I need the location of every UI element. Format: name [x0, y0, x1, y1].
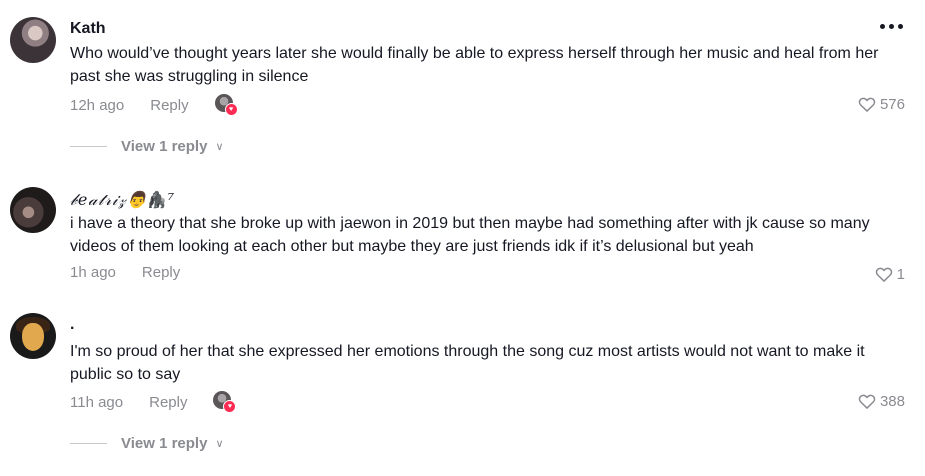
comment-username[interactable]: Kath	[70, 20, 106, 38]
comment-username[interactable]: 𝒷𝑒𝒶𝓉𝓇𝒾𝓏👨‍🦍⁷	[70, 190, 175, 210]
view-replies-label: View 1 reply	[121, 435, 208, 452]
avatar[interactable]	[10, 187, 56, 233]
like-button[interactable]: 388	[857, 391, 905, 411]
comment-text: I'm so proud of her that she expressed h…	[70, 343, 865, 383]
reply-button[interactable]: Reply	[150, 97, 188, 114]
comment-meta: 12h ago Reply ♥	[70, 94, 238, 116]
comment-meta: 1h ago Reply	[70, 264, 180, 281]
reply-button[interactable]: Reply	[142, 264, 180, 281]
creator-liked-badge: ♥	[214, 94, 238, 116]
chevron-down-icon: ∨	[215, 141, 224, 153]
view-replies-label: View 1 reply	[121, 138, 208, 155]
heart-badge-icon: ♥	[223, 400, 237, 413]
divider-line	[70, 443, 107, 444]
avatar[interactable]	[10, 17, 56, 63]
heart-outline-icon	[858, 394, 876, 409]
reply-button[interactable]: Reply	[149, 394, 187, 411]
comment-time: 11h ago	[70, 393, 124, 411]
creator-liked-badge: ♥	[213, 391, 237, 413]
divider-line	[70, 146, 107, 147]
like-button[interactable]: 576	[857, 94, 905, 114]
avatar[interactable]	[10, 313, 56, 359]
like-button[interactable]: 1	[874, 264, 905, 284]
like-count: 1	[896, 265, 905, 283]
heart-outline-icon	[875, 267, 892, 282]
comment-meta: 11h ago Reply ♥	[70, 391, 237, 413]
comment-time: 1h ago	[70, 264, 116, 281]
view-replies-button[interactable]: View 1 reply ∨	[70, 435, 224, 452]
comment-username[interactable]: .	[70, 316, 74, 334]
chevron-down-icon: ∨	[215, 438, 224, 450]
like-count: 576	[879, 95, 905, 113]
heart-badge-icon: ♥	[224, 103, 238, 116]
like-count: 388	[879, 392, 905, 410]
heart-outline-icon	[858, 97, 876, 112]
more-options-icon[interactable]	[880, 24, 903, 29]
avatar-face	[22, 323, 44, 351]
comment-text: Who would’ve thought years later she wou…	[70, 45, 879, 85]
comment-text: i have a theory that she broke up with j…	[70, 215, 870, 255]
comment-time: 12h ago	[70, 96, 125, 114]
view-replies-button[interactable]: View 1 reply ∨	[70, 138, 224, 155]
